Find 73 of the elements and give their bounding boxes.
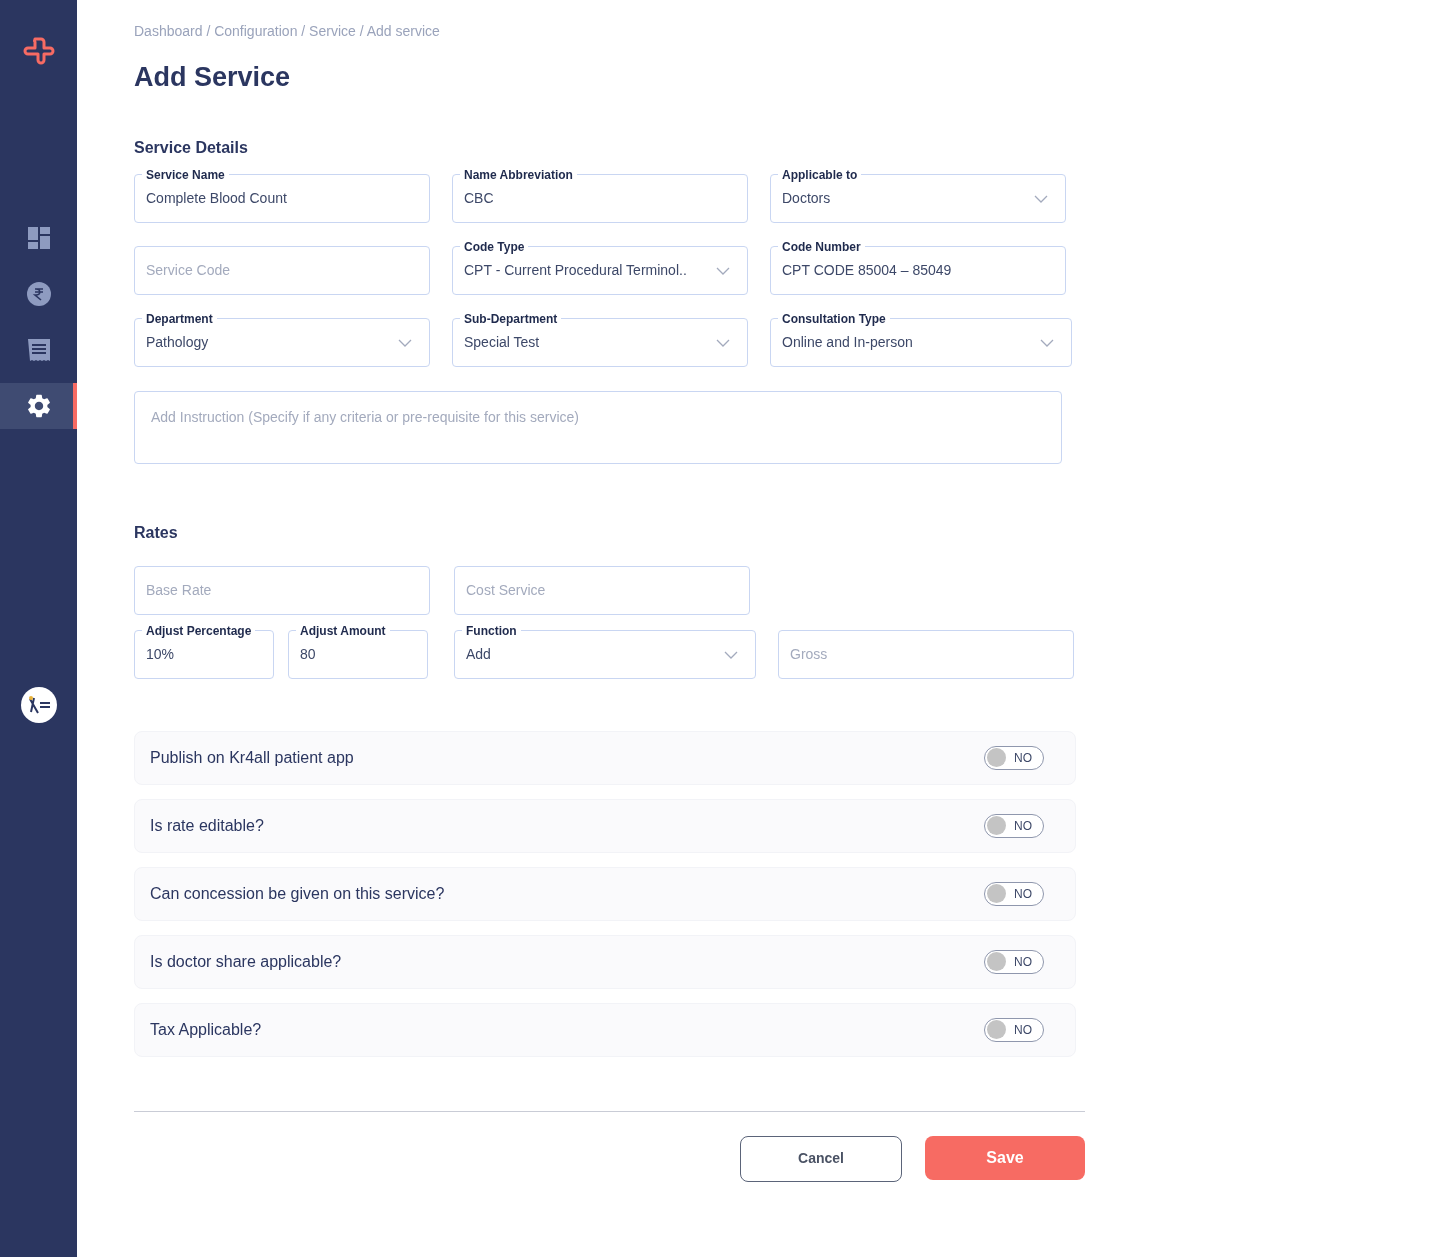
field-label: Code Number xyxy=(781,239,862,254)
toggle-knob xyxy=(987,884,1006,903)
field-value: Add xyxy=(466,645,491,664)
chevron-down-icon xyxy=(398,338,412,347)
toggle-state: NO xyxy=(1014,1021,1032,1039)
cancel-button[interactable]: Cancel xyxy=(740,1135,902,1182)
field-label: Name Abbreviation xyxy=(463,167,574,182)
input-field[interactable]: Code Number CPT CODE 85004 – 85049 xyxy=(770,239,1066,295)
sidebar-item[interactable] xyxy=(0,383,77,429)
dropdown-field[interactable]: Code Type CPT - Current Procedural Terminol.. xyxy=(452,239,748,295)
field-label: Applicable to xyxy=(781,167,859,182)
field-label: Consultation Type xyxy=(781,311,887,326)
receipt-icon xyxy=(26,338,51,362)
toggle-state: NO xyxy=(1014,817,1032,835)
dropdown-field[interactable]: Consultation Type Online and In-person xyxy=(770,311,1072,367)
input-field[interactable]: Adjust Percentage 10% xyxy=(134,623,274,679)
dashboard-icon xyxy=(26,226,51,250)
chevron-down-icon xyxy=(716,266,730,275)
option-label: Is doctor share applicable? xyxy=(150,951,342,972)
field-value: CBC xyxy=(464,189,494,208)
option-label: Can concession be given on this service? xyxy=(150,883,445,904)
field-value: CPT - Current Procedural Terminol.. xyxy=(464,261,687,280)
field-value: CPT CODE 85004 – 85049 xyxy=(782,261,952,280)
breadcrumb: Dashboard / Configuration / Service / Add service xyxy=(134,22,441,40)
field-label: Code Type xyxy=(463,239,526,254)
toggle-state: NO xyxy=(1014,885,1032,903)
chevron-down-icon xyxy=(1034,194,1048,203)
field-label: Adjust Percentage xyxy=(145,623,253,638)
field-label: Adjust Amount xyxy=(299,623,387,638)
toggle-switch[interactable]: NO xyxy=(984,745,1044,770)
toggle-switch[interactable]: NO xyxy=(984,949,1044,974)
chevron-down-icon xyxy=(716,338,730,347)
field-value: Pathology xyxy=(146,333,209,352)
toggle-state: NO xyxy=(1014,749,1032,767)
toggle-knob xyxy=(987,816,1006,835)
option-label: Publish on Kr4all patient app xyxy=(150,747,354,768)
toggle-switch[interactable]: NO xyxy=(984,881,1044,906)
input-field[interactable]: Service Name Complete Blood Count xyxy=(134,167,430,223)
section-heading: Service Details xyxy=(134,137,249,158)
toggle-state: NO xyxy=(1014,953,1032,971)
field-value: 10% xyxy=(146,645,175,664)
field-label: Function xyxy=(465,623,518,638)
rupee-icon xyxy=(26,282,51,306)
toggle-knob xyxy=(987,952,1006,971)
field-placeholder: Cost Service xyxy=(466,581,546,600)
section-heading: Rates xyxy=(134,522,179,543)
field-label: Sub-Department xyxy=(463,311,559,326)
input-field[interactable]: Adjust Amount 80 xyxy=(288,623,428,679)
field-label: Service Name xyxy=(145,167,226,182)
field-value: Special Test xyxy=(464,333,540,352)
toggle-knob xyxy=(987,1020,1006,1039)
toggle-switch[interactable]: NO xyxy=(984,1017,1044,1042)
field-placeholder: Base Rate xyxy=(146,581,212,600)
page-title: Add Service xyxy=(134,61,292,94)
dropdown-field[interactable]: Function Add xyxy=(454,623,756,679)
hospital-logo-icon xyxy=(20,687,57,723)
option-label: Tax Applicable? xyxy=(150,1019,262,1040)
field-value: Complete Blood Count xyxy=(146,189,287,208)
dropdown-field[interactable]: Department Pathology xyxy=(134,311,430,367)
field-placeholder: Service Code xyxy=(146,261,231,280)
field-value: 80 xyxy=(300,645,316,664)
field-value: Doctors xyxy=(782,189,831,208)
field-label: Department xyxy=(145,311,214,326)
chevron-down-icon xyxy=(1040,338,1054,347)
toggle-knob xyxy=(987,748,1006,767)
chevron-down-icon xyxy=(724,650,738,659)
toggle-switch[interactable]: NO xyxy=(984,813,1044,838)
dropdown-field[interactable]: Sub-Department Special Test xyxy=(452,311,748,367)
field-placeholder: Gross xyxy=(790,645,828,664)
option-label: Is rate editable? xyxy=(150,815,264,836)
dropdown-field[interactable]: Applicable to Doctors xyxy=(770,167,1066,223)
field-value: Online and In-person xyxy=(782,333,913,352)
input-field[interactable]: Name Abbreviation CBC xyxy=(452,167,748,223)
